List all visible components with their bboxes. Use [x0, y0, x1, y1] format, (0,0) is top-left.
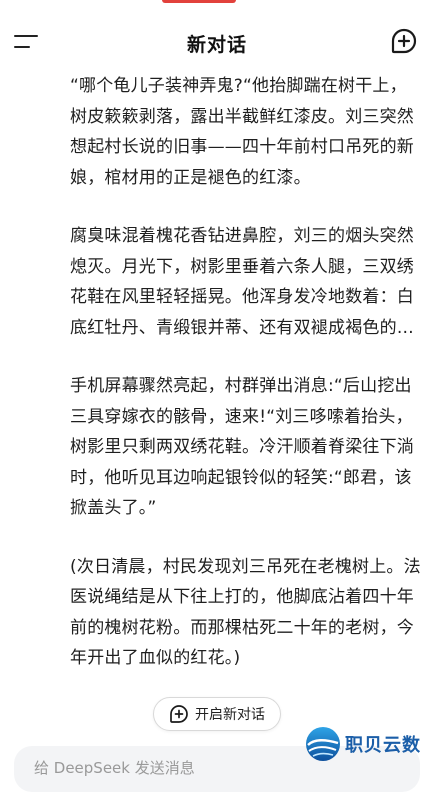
- globe-logo-icon: [306, 727, 340, 761]
- page-title: 新对话: [186, 34, 247, 56]
- chat-plus-icon: [170, 705, 188, 723]
- assistant-message: “哪个龟儿子装神弄鬼?“他抬脚踹在树干上，树皮簌簌剥落，露出半截鲜红漆皮。刘三突…: [70, 71, 422, 702]
- top-accent-bar: [162, 0, 236, 3]
- message-paragraph: (次日清晨，村民发现刘三吊死在老槐树上。法医说绳结是从下往上打的，他脚底沾着四十…: [70, 556, 421, 669]
- message-input[interactable]: [32, 758, 336, 778]
- start-new-chat-button[interactable]: 开启新对话: [153, 697, 281, 731]
- new-chat-button[interactable]: [390, 27, 418, 55]
- watermark: 职贝云数: [304, 724, 432, 764]
- header: 新对话: [0, 20, 434, 64]
- start-new-chat-label: 开启新对话: [195, 707, 265, 723]
- message-paragraph: 腐臭味混着槐花香钻进鼻腔，刘三的烟头突然熄灭。月光下，树影里垂着六条人腿，三双绣…: [70, 226, 414, 338]
- message-paragraph: 手机屏幕骤然亮起，村群弹出消息:“后山挖出三具穿嫁衣的骸骨，速来!“刘三哆嗦着抬…: [70, 376, 414, 518]
- new-chat-plus-icon: [391, 28, 417, 54]
- watermark-text: 职贝云数: [345, 735, 421, 756]
- message-paragraph: “哪个龟儿子装神弄鬼?“他抬脚踹在树干上，树皮簌簌剥落，露出半截鲜红漆皮。刘三突…: [70, 76, 414, 188]
